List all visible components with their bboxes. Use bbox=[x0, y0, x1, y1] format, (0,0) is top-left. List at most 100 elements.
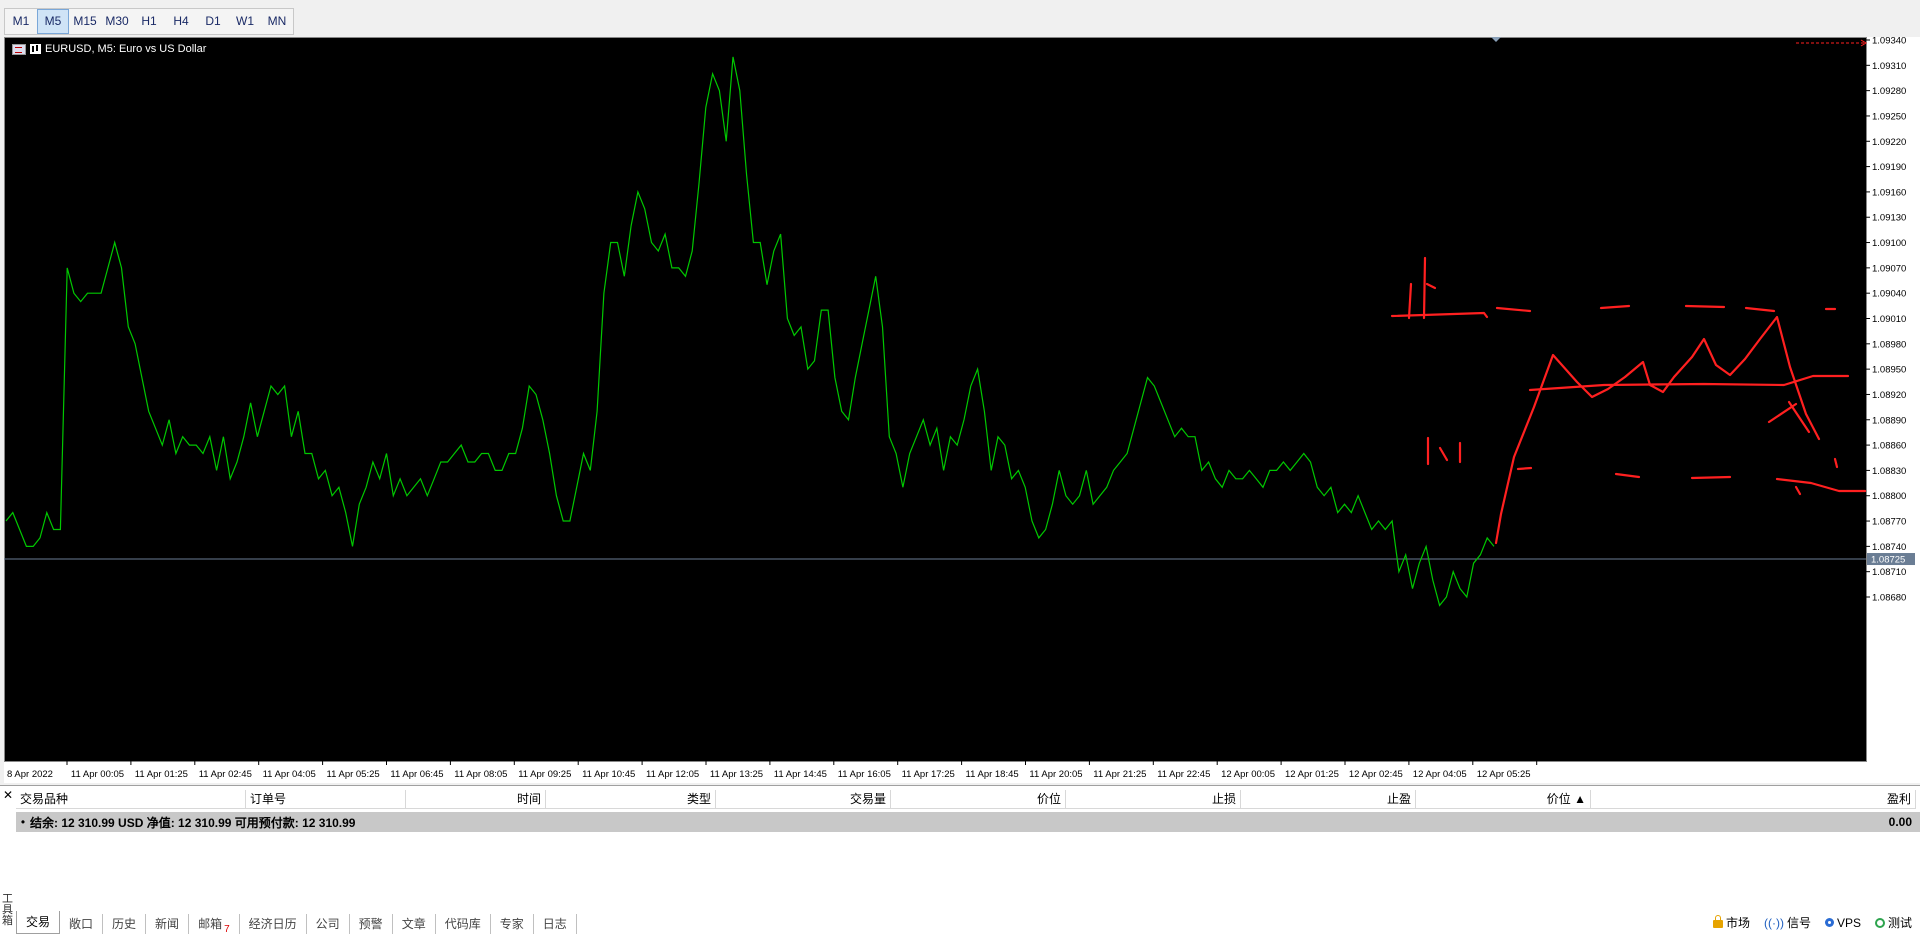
tab-专家[interactable]: 专家 bbox=[491, 914, 534, 934]
price-tick-label: 1.09340 bbox=[1872, 37, 1906, 47]
tab-历史[interactable]: 历史 bbox=[103, 914, 147, 934]
time-tick-label: 12 Apr 04:05 bbox=[1413, 769, 1467, 780]
timeframe-button-m15[interactable]: M15 bbox=[69, 9, 101, 34]
timeframe-button-m30[interactable]: M30 bbox=[101, 9, 133, 34]
timeframe-button-d1[interactable]: D1 bbox=[197, 9, 229, 34]
time-tick-label: 11 Apr 17:25 bbox=[902, 769, 955, 780]
flag-icon bbox=[12, 43, 26, 55]
tab-label: 专家 bbox=[499, 917, 524, 931]
tab-label: 新闻 bbox=[155, 917, 180, 931]
chart-legend: EURUSD, M5: Euro vs US Dollar bbox=[12, 43, 206, 55]
tab-label: 日志 bbox=[542, 917, 567, 931]
price-tick-label: 1.09220 bbox=[1872, 137, 1906, 148]
toolbox-tabs: 交易 敞口 历史 新闻 邮箱 7 经济日历 公司 预警 文章 代码库 专家 日志 bbox=[16, 910, 577, 935]
price-tick-label: 1.09100 bbox=[1872, 238, 1906, 249]
tab-label: 历史 bbox=[112, 917, 137, 931]
tab-日志[interactable]: 日志 bbox=[534, 914, 577, 934]
column-header[interactable]: 时间 bbox=[406, 790, 546, 808]
timeframe-bar: M1 M5 M15 M30 H1 H4 D1 W1 MN bbox=[4, 8, 294, 35]
close-icon[interactable]: ✕ bbox=[3, 788, 13, 802]
timeframe-button-h4[interactable]: H4 bbox=[165, 9, 197, 34]
price-tick-label: 1.09310 bbox=[1872, 61, 1906, 72]
chart-window[interactable]: 1.09340 1.09310 1.09280 1.09250 1.09220 1.091… bbox=[4, 37, 1920, 783]
annotation-stroke bbox=[1516, 466, 1533, 471]
column-header[interactable]: 盈利 bbox=[1591, 790, 1916, 808]
status-indicators: 市场 ((·)) 信号 VPS 测试 bbox=[1712, 914, 1912, 931]
time-tick-label: 11 Apr 10:45 bbox=[582, 769, 635, 780]
tab-label: 邮箱 bbox=[198, 917, 223, 931]
trade-table-header: 交易品种 订单号 时间 类型 交易量 价位 止损 止盈 价位 ▲ 盈利 bbox=[16, 790, 1916, 809]
test-icon bbox=[1874, 917, 1885, 928]
timeframe-button-mn[interactable]: MN bbox=[261, 9, 293, 34]
column-header[interactable]: 交易量 bbox=[716, 790, 891, 808]
timeframe-button-m5[interactable]: M5 bbox=[37, 9, 69, 34]
annotation-stroke bbox=[1438, 446, 1449, 462]
annotation-stroke bbox=[1495, 306, 1532, 313]
annotation-stroke bbox=[1775, 477, 1867, 493]
time-tick-label: 11 Apr 18:45 bbox=[966, 769, 1019, 780]
timeframe-button-m1[interactable]: M1 bbox=[5, 9, 37, 34]
profit-value: 0.00 bbox=[1888, 815, 1912, 829]
column-header[interactable]: 类型 bbox=[546, 790, 716, 808]
price-tick-label: 1.09160 bbox=[1872, 187, 1906, 198]
annotation-stroke bbox=[1744, 306, 1776, 313]
annotation-stroke bbox=[1684, 304, 1726, 309]
chart-shift-marker[interactable] bbox=[1491, 37, 1501, 42]
time-tick-label: 11 Apr 06:45 bbox=[390, 769, 443, 780]
status-label: VPS bbox=[1836, 915, 1861, 930]
price-chart[interactable]: 1.09340 1.09310 1.09280 1.09250 1.09220 1.091… bbox=[4, 37, 1920, 783]
tab-新闻[interactable]: 新闻 bbox=[146, 914, 190, 934]
tab-预警[interactable]: 预警 bbox=[350, 914, 393, 934]
chart-legend-text: EURUSD, M5: Euro vs US Dollar bbox=[45, 43, 207, 55]
column-header[interactable]: 止盈 bbox=[1241, 790, 1416, 808]
annotation-stroke bbox=[1407, 282, 1413, 320]
price-tick-label: 1.08890 bbox=[1872, 415, 1906, 426]
time-tick-label: 12 Apr 00:05 bbox=[1221, 769, 1275, 780]
column-header[interactable]: 交易品种 bbox=[16, 790, 246, 808]
price-tick-label: 1.08800 bbox=[1872, 491, 1906, 502]
tab-label: 预警 bbox=[358, 917, 383, 931]
status-市场[interactable]: 市场 bbox=[1712, 914, 1750, 931]
tab-邮箱[interactable]: 邮箱 7 bbox=[189, 914, 240, 935]
timeframe-button-h1[interactable]: H1 bbox=[133, 9, 165, 34]
tab-敞口[interactable]: 敞口 bbox=[60, 914, 104, 934]
price-tick-label: 1.08680 bbox=[1872, 593, 1906, 604]
balance-row[interactable]: • 结余: 12 310.99 USD 净值: 12 310.99 可用预付款:… bbox=[16, 812, 1920, 832]
column-header[interactable]: 订单号 bbox=[246, 790, 406, 808]
time-tick-label: 11 Apr 21:25 bbox=[1093, 769, 1146, 780]
status-测试[interactable]: 测试 bbox=[1874, 914, 1912, 931]
price-tick-label: 1.09190 bbox=[1872, 162, 1906, 173]
time-tick-label: 12 Apr 02:45 bbox=[1349, 769, 1403, 780]
tab-label: 代码库 bbox=[444, 917, 481, 931]
tab-经济日历[interactable]: 经济日历 bbox=[240, 914, 307, 934]
tab-交易[interactable]: 交易 bbox=[16, 911, 61, 934]
status-信号[interactable]: ((·)) 信号 bbox=[1764, 914, 1811, 931]
price-tick-label: 1.09040 bbox=[1872, 289, 1906, 300]
tab-label: 交易 bbox=[26, 915, 51, 929]
tab-文章[interactable]: 文章 bbox=[393, 914, 436, 934]
balance-text: 结余: 12 310.99 USD 净值: 12 310.99 可用预付款: 1… bbox=[30, 815, 356, 830]
price-tick-label: 1.08860 bbox=[1872, 441, 1906, 452]
time-tick-label: 11 Apr 04:05 bbox=[263, 769, 316, 780]
column-header[interactable]: 价位 bbox=[891, 790, 1066, 808]
current-price-label: 1.08725 bbox=[1871, 555, 1905, 566]
signal-icon: ((·)) bbox=[1763, 915, 1784, 930]
timeframe-button-w1[interactable]: W1 bbox=[229, 9, 261, 34]
tab-公司[interactable]: 公司 bbox=[307, 914, 350, 934]
toolbar: M1 M5 M15 M30 H1 H4 D1 W1 MN bbox=[0, 3, 1920, 35]
tab-代码库[interactable]: 代码库 bbox=[436, 914, 491, 934]
tab-label: 敞口 bbox=[69, 917, 94, 931]
price-line bbox=[5, 56, 1495, 607]
annotation-stroke bbox=[1787, 400, 1811, 434]
time-tick-label: 11 Apr 22:45 bbox=[1157, 769, 1210, 780]
column-header[interactable]: 价位 ▲ bbox=[1416, 790, 1591, 808]
time-tick-label: 11 Apr 12:05 bbox=[646, 769, 699, 780]
status-label: 信号 bbox=[1786, 916, 1811, 930]
status-VPS[interactable]: VPS bbox=[1824, 915, 1861, 930]
lock-icon bbox=[1712, 915, 1723, 928]
column-header[interactable]: 止损 bbox=[1066, 790, 1241, 808]
time-tick-label: 11 Apr 08:05 bbox=[454, 769, 507, 780]
annotation-stroke bbox=[1794, 485, 1802, 496]
time-tick-label: 11 Apr 02:45 bbox=[199, 769, 252, 780]
price-axis[interactable] bbox=[1867, 37, 1920, 783]
